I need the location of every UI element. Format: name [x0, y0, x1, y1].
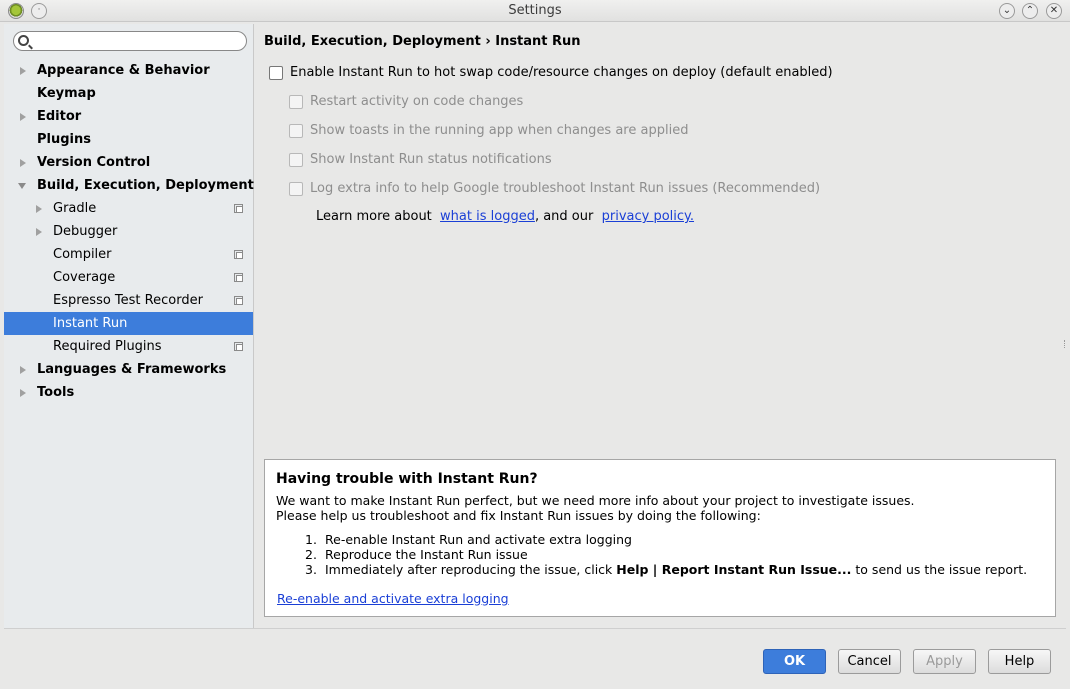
sidebar-item-label: Instant Run: [53, 316, 128, 331]
sidebar-item-label: Keymap: [37, 86, 96, 101]
privacy-policy-link[interactable]: privacy policy.: [602, 209, 694, 224]
sidebar-item-instant-run[interactable]: Instant Run: [4, 312, 253, 335]
sidebar-item-espresso-test-recorder[interactable]: Espresso Test Recorder: [4, 289, 253, 312]
sidebar-item-label: Gradle: [53, 201, 97, 216]
sidebar-item-build-execution-deployment[interactable]: Build, Execution, Deployment: [4, 174, 254, 197]
sidebar-item-coverage[interactable]: Coverage: [4, 266, 253, 289]
help-button[interactable]: Help: [988, 649, 1051, 674]
status-notifications-checkbox[interactable]: [289, 153, 303, 167]
settings-sidebar: Appearance & Behavior Keymap Editor Plug…: [4, 24, 254, 628]
learn-more-prefix: Learn more about: [316, 209, 432, 224]
ok-button[interactable]: OK: [763, 649, 826, 674]
troubleshoot-panel: Having trouble with Instant Run? We want…: [264, 459, 1056, 617]
list-item: 2. Reproduce the Instant Run issue: [305, 547, 1027, 562]
sidebar-item-label: Tools: [37, 385, 75, 400]
sidebar-item-debugger[interactable]: Debugger: [4, 220, 253, 243]
sidebar-item-label: Debugger: [53, 224, 118, 239]
show-toasts-checkbox[interactable]: [289, 124, 303, 138]
close-icon[interactable]: ✕: [1046, 3, 1062, 19]
sidebar-item-label: Espresso Test Recorder: [53, 293, 203, 308]
sidebar-item-appearance-behavior[interactable]: Appearance & Behavior: [4, 59, 253, 82]
sidebar-item-tools[interactable]: Tools: [4, 381, 253, 404]
step-text: Re-enable Instant Run and activate extra…: [325, 532, 632, 547]
minimize-icon[interactable]: ⌄: [999, 3, 1015, 19]
expand-arrow-icon[interactable]: [20, 159, 26, 167]
window-title: Settings: [508, 3, 562, 18]
sidebar-item-version-control[interactable]: Version Control: [4, 151, 253, 174]
panel-resize-grip[interactable]: [1064, 340, 1067, 348]
troubleshoot-steps: 1. Re-enable Instant Run and activate ext…: [305, 532, 1027, 577]
sidebar-item-required-plugins[interactable]: Required Plugins: [4, 335, 253, 358]
list-item: 3. Immediately after reproducing the issu…: [305, 562, 1027, 577]
learn-more-middle: , and our: [534, 209, 594, 224]
sidebar-item-label: Languages & Frameworks: [37, 362, 227, 377]
step-number: 1.: [305, 532, 317, 547]
sidebar-item-label: Compiler: [53, 247, 112, 262]
reenable-extra-logging-link[interactable]: Re-enable and activate extra logging: [277, 591, 509, 606]
expand-arrow-icon[interactable]: [36, 228, 42, 236]
sidebar-item-editor[interactable]: Editor: [4, 105, 253, 128]
expand-arrow-icon[interactable]: [20, 113, 26, 121]
sidebar-item-label: Coverage: [53, 270, 116, 285]
option-label: Show toasts in the running app when chan…: [310, 123, 689, 138]
project-level-icon: [234, 250, 243, 259]
collapse-arrow-icon[interactable]: [18, 183, 26, 189]
option-label: Restart activity on code changes: [310, 94, 524, 109]
sidebar-item-keymap[interactable]: Keymap: [4, 82, 253, 105]
project-level-icon: [234, 296, 243, 305]
project-level-icon: [234, 273, 243, 282]
sidebar-item-languages-frameworks[interactable]: Languages & Frameworks: [4, 358, 253, 381]
log-extra-info-checkbox[interactable]: [289, 182, 303, 196]
sidebar-item-label: Appearance & Behavior: [37, 63, 210, 78]
option-label: Enable Instant Run to hot swap code/reso…: [290, 65, 833, 80]
step-number: 3.: [305, 562, 317, 577]
list-item: 1. Re-enable Instant Run and activate ext…: [305, 532, 1027, 547]
menu-path-text: Help | Report Instant Run Issue...: [616, 562, 852, 577]
troubleshoot-text-line2: Please help us troubleshoot and fix Inst…: [276, 508, 761, 523]
maximize-icon[interactable]: ⌃: [1022, 3, 1038, 19]
step-text: to send us the issue report.: [855, 562, 1028, 577]
restart-activity-checkbox[interactable]: [289, 95, 303, 109]
apply-button[interactable]: Apply: [913, 649, 976, 674]
project-level-icon: [234, 342, 243, 351]
step-text: Reproduce the Instant Run issue: [325, 547, 528, 562]
step-text: Immediately after reproducing the issue,…: [325, 562, 613, 577]
search-icon: [18, 35, 29, 46]
cancel-button[interactable]: Cancel: [838, 649, 901, 674]
title-bar: · Settings ⌄ ⌃ ✕: [0, 0, 1070, 22]
option-label: Log extra info to help Google troublesho…: [310, 181, 821, 196]
sidebar-item-label: Required Plugins: [53, 339, 162, 354]
sidebar-item-label: Plugins: [37, 132, 91, 147]
option-label: Show Instant Run status notifications: [310, 152, 552, 167]
expand-arrow-icon[interactable]: [20, 67, 26, 75]
breadcrumb: Build, Execution, Deployment › Instant R…: [264, 34, 581, 49]
learn-more-text: Learn more about what is logged, and our…: [316, 209, 694, 224]
search-input[interactable]: [34, 33, 239, 49]
project-level-icon: [234, 204, 243, 213]
sidebar-item-label: Build, Execution, Deployment: [37, 178, 254, 193]
troubleshoot-text-line1: We want to make Instant Run perfect, but…: [276, 493, 915, 508]
troubleshoot-heading: Having trouble with Instant Run?: [276, 471, 538, 487]
sidebar-item-label: Version Control: [37, 155, 151, 170]
sidebar-item-plugins[interactable]: Plugins: [4, 128, 253, 151]
expand-arrow-icon[interactable]: [20, 366, 26, 374]
expand-arrow-icon[interactable]: [36, 205, 42, 213]
sidebar-item-gradle[interactable]: Gradle: [4, 197, 253, 220]
what-is-logged-link[interactable]: what is logged: [440, 209, 535, 224]
sidebar-item-compiler[interactable]: Compiler: [4, 243, 253, 266]
search-box[interactable]: [13, 31, 247, 51]
enable-instant-run-checkbox[interactable]: [269, 66, 283, 80]
dialog-button-bar: OK Cancel Apply Help: [4, 628, 1066, 685]
sidebar-item-label: Editor: [37, 109, 82, 124]
expand-arrow-icon[interactable]: [20, 389, 26, 397]
step-number: 2.: [305, 547, 317, 562]
settings-content-panel: Build, Execution, Deployment › Instant R…: [255, 24, 1065, 628]
